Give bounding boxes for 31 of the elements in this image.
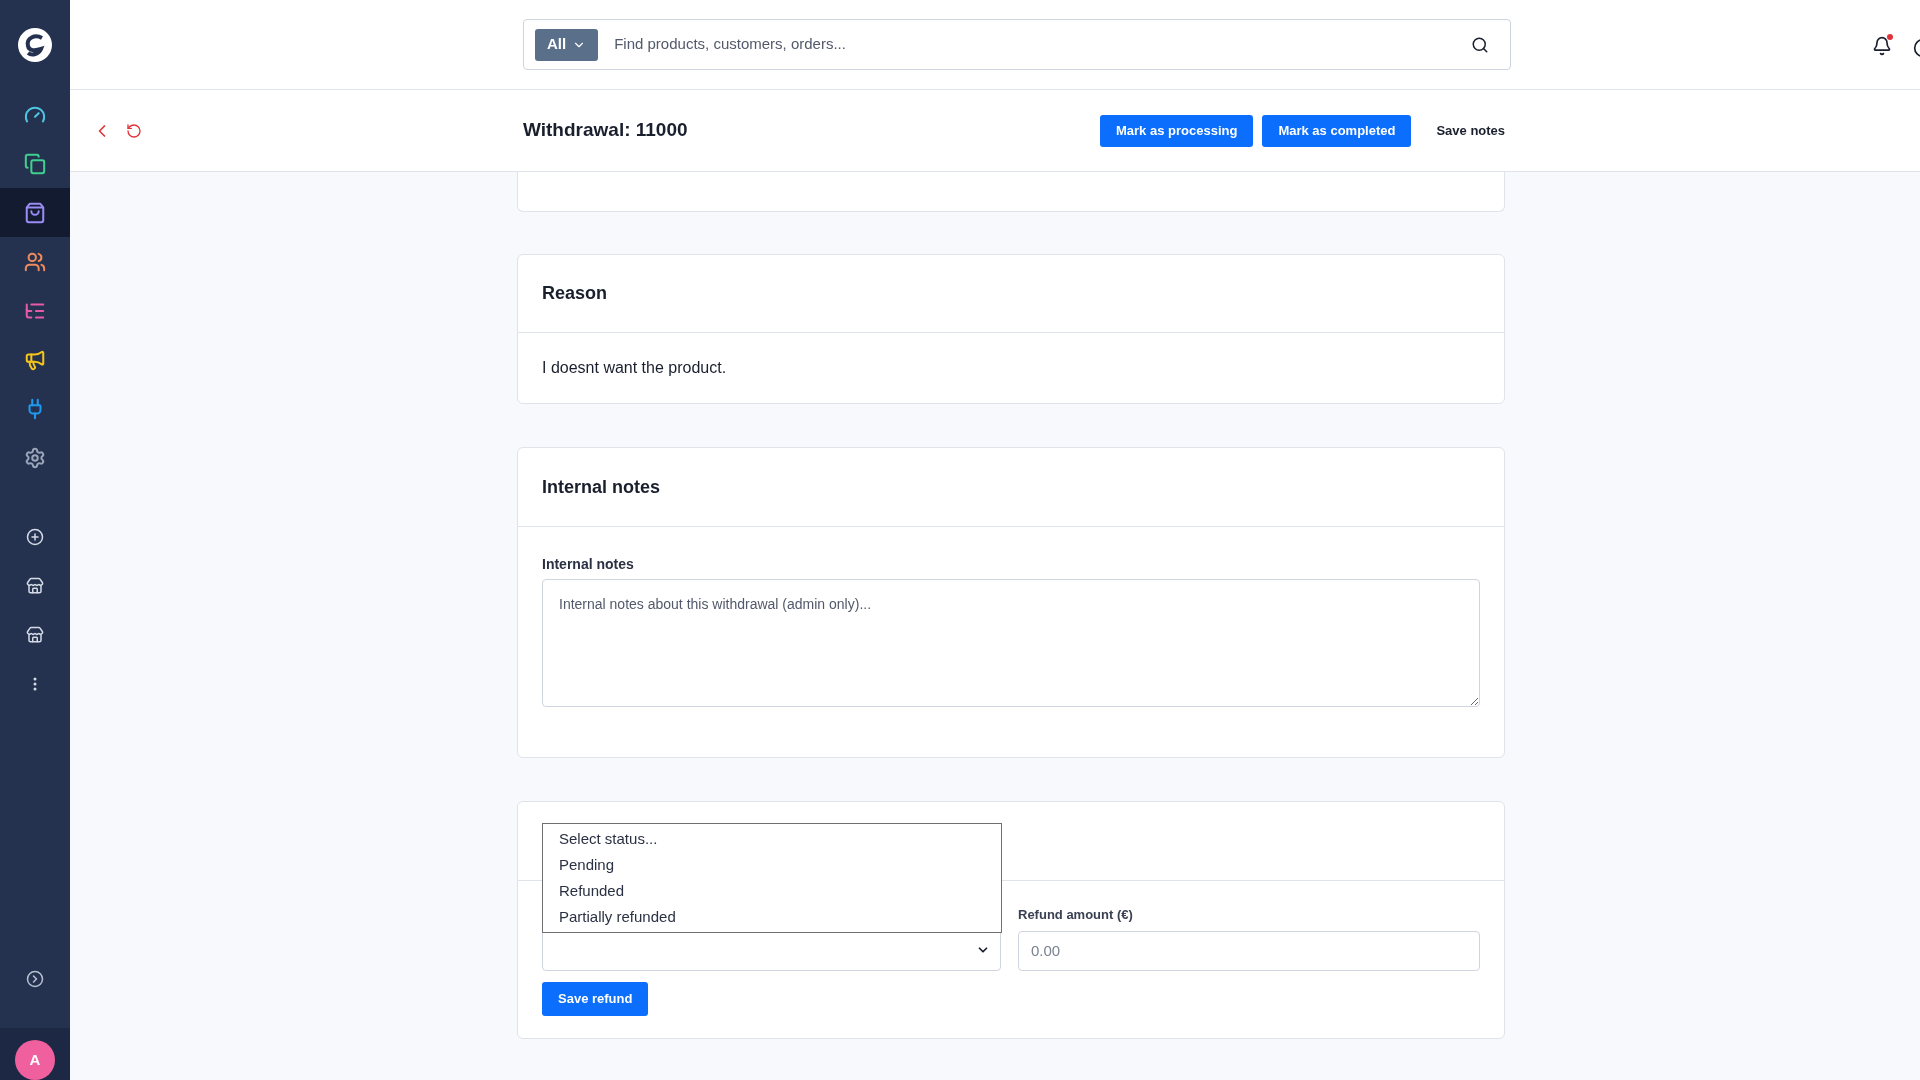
save-refund-button[interactable]: Save refund — [542, 981, 649, 1016]
store-icon[interactable] — [26, 625, 44, 644]
status-option[interactable]: Partially refunded — [543, 904, 1001, 930]
sidebar-item[interactable] — [0, 188, 70, 237]
plus-circle-icon[interactable] — [26, 527, 44, 546]
status-option[interactable]: Pending — [543, 852, 1001, 878]
expand-icon[interactable] — [26, 970, 44, 988]
status-option[interactable]: Refunded — [543, 878, 1001, 904]
card-title: Internal notes — [542, 475, 661, 499]
page-title: Withdrawal: 11000 — [523, 118, 689, 143]
notes-field[interactable]: Internal notes about this withdrawal (admin only)... — [542, 579, 1480, 707]
field-label: Refund amount (€) — [1018, 906, 1134, 924]
scope-dropdown[interactable]: All — [535, 28, 599, 61]
amount-field[interactable]: 0.00 — [1018, 930, 1480, 971]
store-icon[interactable] — [26, 576, 44, 595]
text-button[interactable]: Save notes — [1420, 114, 1522, 147]
more-icon[interactable] — [33, 676, 37, 691]
card-title: Reason — [542, 282, 608, 305]
logo-icon[interactable] — [17, 27, 53, 63]
notifications-button[interactable] — [1872, 36, 1894, 58]
action-button[interactable]: Mark as completed — [1262, 114, 1412, 147]
status-option[interactable]: Select status... — [543, 826, 1001, 852]
field-label: Internal notes — [542, 555, 635, 574]
action-button[interactable]: Mark as processing — [1100, 114, 1254, 147]
search-bar[interactable]: All Find products, customers, orders... — [523, 19, 1511, 70]
reason-text: I doesnt want the product. — [542, 358, 727, 378]
bell-icon — [1872, 36, 1892, 56]
user-avatar[interactable]: A — [15, 1040, 55, 1080]
search-icon[interactable] — [1471, 35, 1489, 54]
undo-icon[interactable] — [126, 122, 142, 139]
search-input[interactable]: Find products, customers, orders... — [602, 33, 1471, 56]
